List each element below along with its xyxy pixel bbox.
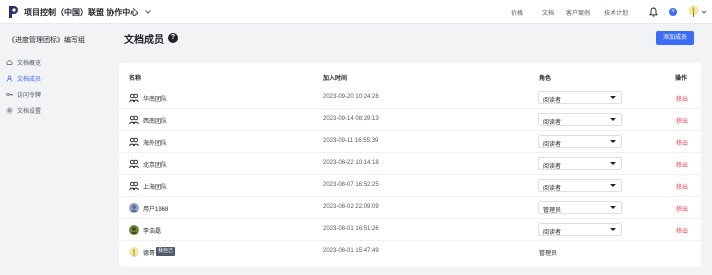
joined-time: 2023-08-01 15:47:49 xyxy=(323,248,379,254)
joined-time: 2023-09-14 08:29:13 xyxy=(323,116,379,122)
key-icon xyxy=(6,92,13,96)
table-row: 海外团队 2023-09-11 16:55:39 阅读者 移出 xyxy=(119,131,701,153)
joined-time: 2023-08-07 16:52:25 xyxy=(323,182,379,188)
member-name: 华南团队 xyxy=(143,97,168,103)
cloud-icon xyxy=(6,59,13,65)
team-icon xyxy=(129,115,139,125)
member-name: 西南团队 xyxy=(143,119,168,125)
self-avatar-icon xyxy=(129,247,139,257)
sidebar-item-label: 文档概览 xyxy=(17,60,42,67)
joined-time: 2023-08-22 10:14:18 xyxy=(323,160,379,166)
nav-cases-link[interactable]: 客户案例 xyxy=(566,8,590,17)
caret-down-icon xyxy=(610,140,616,143)
remove-link[interactable]: 移出 xyxy=(676,160,688,169)
user-menu-chevron-icon[interactable] xyxy=(701,9,707,15)
team-icon xyxy=(129,181,139,191)
user-avatar-icon xyxy=(129,203,139,213)
sidebar: 《进度管理团标》编写组 文档概览 文档成员 访问令牌 文档设置 xyxy=(0,24,107,275)
self-badge: 我自己 xyxy=(156,247,176,256)
remove-link[interactable]: 移出 xyxy=(676,226,688,235)
sidebar-item-label: 文档成员 xyxy=(17,76,42,83)
member-name: 海外团队 xyxy=(143,141,168,147)
role-value: 阅读者 xyxy=(543,142,562,148)
sidebar-item-settings[interactable]: 文档设置 xyxy=(6,104,41,116)
role-select[interactable]: 阅读者 xyxy=(538,179,622,192)
bell-icon[interactable] xyxy=(649,7,658,17)
nav-pricing-link[interactable]: 价格 xyxy=(511,8,523,17)
role-value: 阅读者 xyxy=(543,164,562,170)
caret-down-icon xyxy=(610,206,616,209)
role-select[interactable]: 阅读者 xyxy=(538,223,622,236)
table-row: 用户1968 2023-08-02 22:09:09 管理员 移出 xyxy=(119,197,701,219)
column-header-role: 角色 xyxy=(539,76,552,82)
joined-time: 2023-08-01 16:51:26 xyxy=(323,226,379,232)
member-name: 上海团队 xyxy=(143,185,168,191)
role-value: 阅读者 xyxy=(543,230,562,236)
joined-time: 2023-09-20 10:24:28 xyxy=(323,94,379,100)
member-name: 用户1968 xyxy=(143,207,169,213)
user-avatar-icon xyxy=(129,225,139,235)
workspace-title[interactable]: 项目控制（中国）联盟 协作中心 xyxy=(24,7,138,18)
caret-down-icon xyxy=(610,118,616,121)
role-select[interactable]: 阅读者 xyxy=(538,135,622,148)
page-title: 文档成员 xyxy=(124,35,164,46)
role-value: 阅读者 xyxy=(543,98,562,104)
sidebar-item-label: 访问令牌 xyxy=(17,92,42,99)
help-icon[interactable]: ? xyxy=(168,33,178,43)
nav-docs-link[interactable]: 文档 xyxy=(542,8,554,17)
caret-down-icon xyxy=(610,96,616,99)
caret-down-icon xyxy=(610,162,616,165)
caret-down-icon xyxy=(610,228,616,231)
top-navbar: 项目控制（中国）联盟 协作中心 价格 文档 客户案例 技术计划 + xyxy=(0,0,712,24)
column-header-action: 操作 xyxy=(675,76,688,82)
user-avatar-icon[interactable] xyxy=(688,5,699,18)
member-name: 李浩磊 xyxy=(143,229,162,235)
chevron-down-icon[interactable] xyxy=(144,8,152,16)
create-plus-icon[interactable]: + xyxy=(669,8,677,16)
add-member-button[interactable]: 添加成员 xyxy=(656,31,694,45)
joined-time: 2023-09-11 16:55:39 xyxy=(323,138,379,144)
joined-time: 2023-08-02 22:09:09 xyxy=(323,204,379,210)
members-table: 名称 加入时间 角色 操作 华南团队 2023-09-20 10:24:28 阅… xyxy=(119,63,701,267)
table-row: 华南团队 2023-09-20 10:24:28 阅读者 移出 xyxy=(119,87,701,109)
team-icon xyxy=(129,137,139,147)
column-header-joined: 加入时间 xyxy=(323,76,348,82)
remove-link[interactable]: 移出 xyxy=(676,204,688,213)
role-value: 管理员 xyxy=(543,208,562,214)
role-value: 管理员 xyxy=(539,251,558,257)
role-value: 阅读者 xyxy=(543,186,562,192)
caret-down-icon xyxy=(610,184,616,187)
member-name: 德哥 xyxy=(143,251,156,257)
sidebar-item-label: 文档设置 xyxy=(17,108,42,115)
sidebar-item-tokens[interactable]: 访问令牌 xyxy=(6,88,41,100)
remove-link[interactable]: 移出 xyxy=(676,94,688,103)
role-select[interactable]: 阅读者 xyxy=(538,113,622,126)
table-row: 李浩磊 2023-08-01 16:51:26 阅读者 移出 xyxy=(119,219,701,241)
sidebar-item-members[interactable]: 文档成员 xyxy=(6,72,41,84)
table-header: 名称 加入时间 角色 操作 xyxy=(119,71,701,83)
team-icon xyxy=(129,93,139,103)
app-logo-icon[interactable] xyxy=(7,5,19,19)
project-name: 《进度管理团标》编写组 xyxy=(8,37,85,44)
nav-tech-plan-link[interactable]: 技术计划 xyxy=(604,8,628,17)
role-value: 阅读者 xyxy=(543,120,562,126)
remove-link[interactable]: 移出 xyxy=(676,138,688,147)
table-row: 北京团队 2023-08-22 10:14:18 阅读者 移出 xyxy=(119,153,701,175)
person-icon xyxy=(6,74,13,82)
gear-icon xyxy=(6,107,13,113)
team-icon xyxy=(129,159,139,169)
remove-link[interactable]: 移出 xyxy=(676,116,688,125)
role-select[interactable]: 阅读者 xyxy=(538,157,622,170)
role-select[interactable]: 阅读者 xyxy=(538,91,622,104)
role-select[interactable]: 管理员 xyxy=(538,201,622,214)
remove-link[interactable]: 移出 xyxy=(676,182,688,191)
table-row: 上海团队 2023-08-07 16:52:25 阅读者 移出 xyxy=(119,175,701,197)
table-row: 西南团队 2023-09-14 08:29:13 阅读者 移出 xyxy=(119,109,701,131)
table-row: 德哥 我自己 2023-08-01 15:47:49 管理员 xyxy=(119,241,701,263)
sidebar-item-overview[interactable]: 文档概览 xyxy=(6,56,41,68)
member-name: 北京团队 xyxy=(143,163,168,169)
column-header-name: 名称 xyxy=(129,76,142,82)
